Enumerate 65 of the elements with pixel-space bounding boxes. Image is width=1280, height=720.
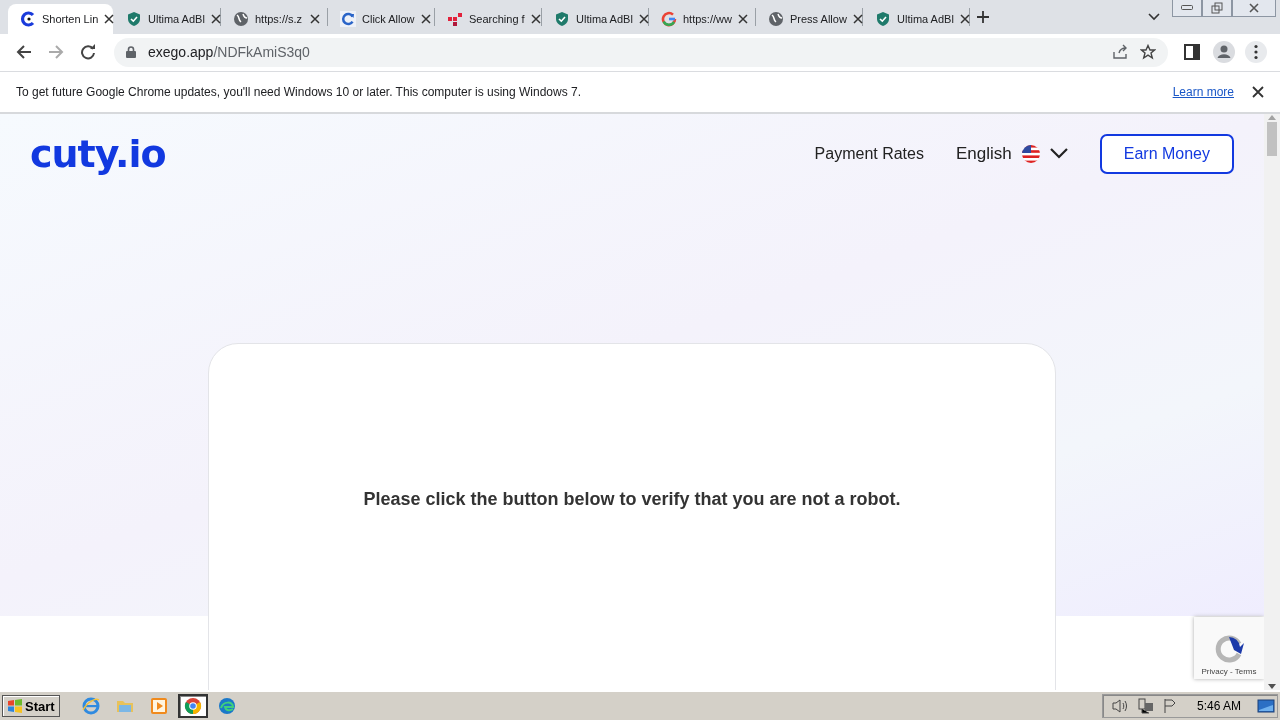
close-button[interactable] [1232, 0, 1276, 17]
browser-tab[interactable]: Ultima AdBl [863, 3, 968, 34]
share-icon[interactable] [1112, 44, 1128, 61]
reload-icon[interactable] [80, 44, 96, 61]
close-icon[interactable] [104, 13, 115, 24]
chrome-logo-icon[interactable] [183, 697, 202, 716]
minimize-icon [1181, 5, 1193, 11]
close-icon [1249, 3, 1259, 13]
shield-icon [126, 10, 142, 27]
browser-tab[interactable]: Ultima AdBl [114, 3, 219, 34]
side-panel-icon[interactable] [1184, 44, 1200, 61]
close-icon[interactable] [638, 13, 649, 24]
verify-message: Please click the button below to verify that you are not a robot. [363, 488, 901, 511]
earn-money-button[interactable]: Earn Money [1099, 133, 1234, 174]
star-icon[interactable] [1140, 44, 1156, 61]
close-icon[interactable] [530, 13, 541, 24]
wave-logo-icon[interactable] [217, 697, 236, 716]
update-message: To get future Google Chrome updates, you'll need Windows 10 or later. This computer is using Windows 7. [16, 84, 583, 99]
site-logo[interactable]: cuty.io [30, 134, 166, 173]
show-desktop-icon[interactable] [1257, 698, 1275, 715]
close-icon[interactable] [1252, 85, 1264, 98]
scrollbar-thumb[interactable] [1267, 121, 1277, 156]
back-arrow-icon[interactable] [16, 44, 32, 61]
close-icon[interactable] [738, 13, 748, 24]
squares-icon [447, 10, 463, 27]
flag-icon [1021, 144, 1040, 163]
speaker-icon[interactable] [1110, 698, 1129, 715]
recaptcha-icon [1214, 634, 1244, 665]
globe-icon [768, 10, 784, 27]
restore-icon [1211, 2, 1223, 14]
browser-tab[interactable]: Click Allow [328, 3, 433, 34]
browser-tab[interactable]: https://ww [649, 3, 754, 34]
start-button[interactable]: Start [2, 695, 60, 718]
language-selector[interactable]: English [955, 143, 1012, 164]
chevron-down-icon[interactable] [1049, 148, 1068, 160]
shield-icon [875, 10, 891, 27]
close-icon[interactable] [959, 13, 970, 24]
chevron-down-icon[interactable] [1148, 12, 1160, 21]
lock-icon [126, 46, 136, 59]
close-icon[interactable] [420, 13, 431, 24]
windows-flag-icon [7, 698, 23, 715]
clock[interactable]: 5:46 AM [1196, 699, 1241, 714]
minimize-button[interactable] [1172, 0, 1202, 17]
browser-tab[interactable]: Ultima AdBl [542, 3, 647, 34]
close-icon[interactable] [852, 13, 863, 24]
network-icon[interactable] [1136, 698, 1155, 715]
profile-icon[interactable] [1213, 41, 1235, 64]
learn-more-link[interactable]: Learn more [1172, 84, 1234, 99]
g-letter-icon [661, 10, 677, 27]
browser-tab[interactable]: Searching f [435, 3, 540, 34]
scrollbar[interactable] [1264, 113, 1280, 691]
more-menu-icon[interactable] [1245, 41, 1267, 64]
shield-icon [554, 10, 570, 27]
globe-icon [233, 10, 249, 27]
nav-link[interactable]: Payment Rates [814, 144, 924, 163]
browser-tab[interactable]: Shorten Lin [8, 3, 113, 34]
refresh-icon [340, 10, 356, 27]
close-icon[interactable] [310, 13, 320, 24]
plus-icon[interactable] [976, 9, 990, 24]
browser-tab[interactable]: Press Allow [756, 3, 861, 34]
restore-button[interactable] [1202, 0, 1232, 17]
circle-logo-icon [20, 10, 36, 27]
browser-tab[interactable]: https://s.z [221, 3, 326, 34]
privacy-terms-link[interactable]: Privacy - Terms [1201, 667, 1257, 677]
close-icon[interactable] [210, 13, 221, 24]
